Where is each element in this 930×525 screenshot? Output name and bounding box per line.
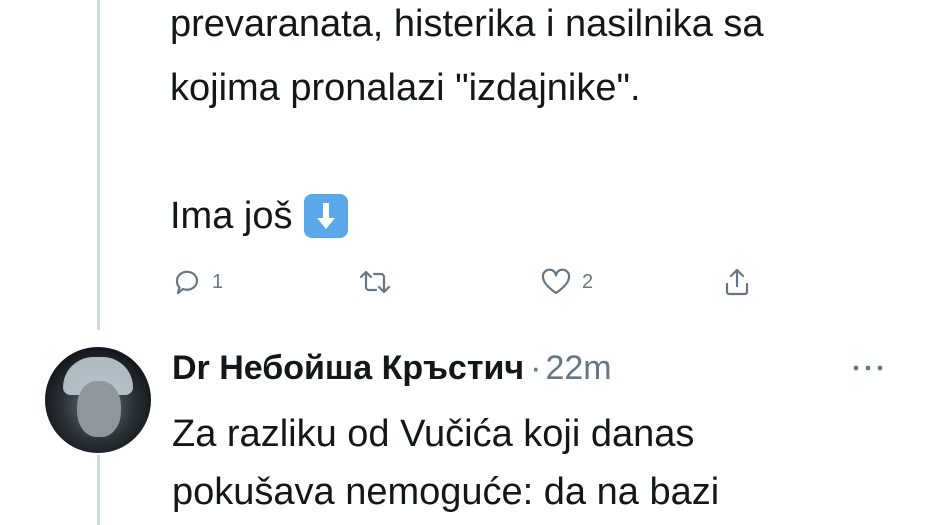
reply-text: Za razliku od Vučića koji danas pokušava…	[172, 405, 912, 521]
share-icon	[722, 266, 752, 298]
separator-dot: ·	[530, 349, 542, 387]
retweet-button[interactable]	[357, 262, 403, 302]
more-options-icon[interactable]	[848, 360, 888, 376]
tweet-text-line: prevaranata, histerika i nasilnika sa	[170, 3, 764, 45]
share-button[interactable]	[722, 262, 752, 302]
reply-count: 1	[212, 270, 224, 293]
down-arrow-emoji-icon	[304, 194, 349, 238]
author-name[interactable]: Dr Небойша Кръстич	[172, 343, 524, 393]
more-text: Ima još	[170, 195, 293, 237]
like-count: 2	[582, 270, 594, 293]
reply-text-line: Za razliku od Vučića koji danas	[172, 413, 695, 455]
timestamp[interactable]: 22m	[545, 343, 611, 393]
thread-connector-line	[97, 0, 100, 330]
reply-button[interactable]: 1	[172, 262, 223, 302]
heart-icon	[540, 267, 572, 297]
tweet-more-line: Ima još	[170, 184, 349, 248]
reply-header: Dr Небойша Кръстич · 22m	[172, 343, 612, 393]
tweet-actions: 1 2	[172, 262, 772, 302]
tweet-text: prevaranata, histerika i nasilnika sa ko…	[170, 0, 910, 120]
reply-text-line: pokušava nemoguće: da na bazi	[172, 471, 720, 513]
avatar-face	[77, 381, 121, 437]
tweet-text-line: kojima pronalazi "izdajnike".	[170, 67, 641, 109]
retweet-icon	[357, 267, 393, 297]
thread-connector-line	[97, 455, 100, 525]
reply-icon	[172, 267, 202, 297]
tweet-thread: prevaranata, histerika i nasilnika sa ko…	[0, 0, 930, 525]
like-button[interactable]: 2	[540, 262, 593, 302]
avatar[interactable]	[45, 347, 151, 453]
